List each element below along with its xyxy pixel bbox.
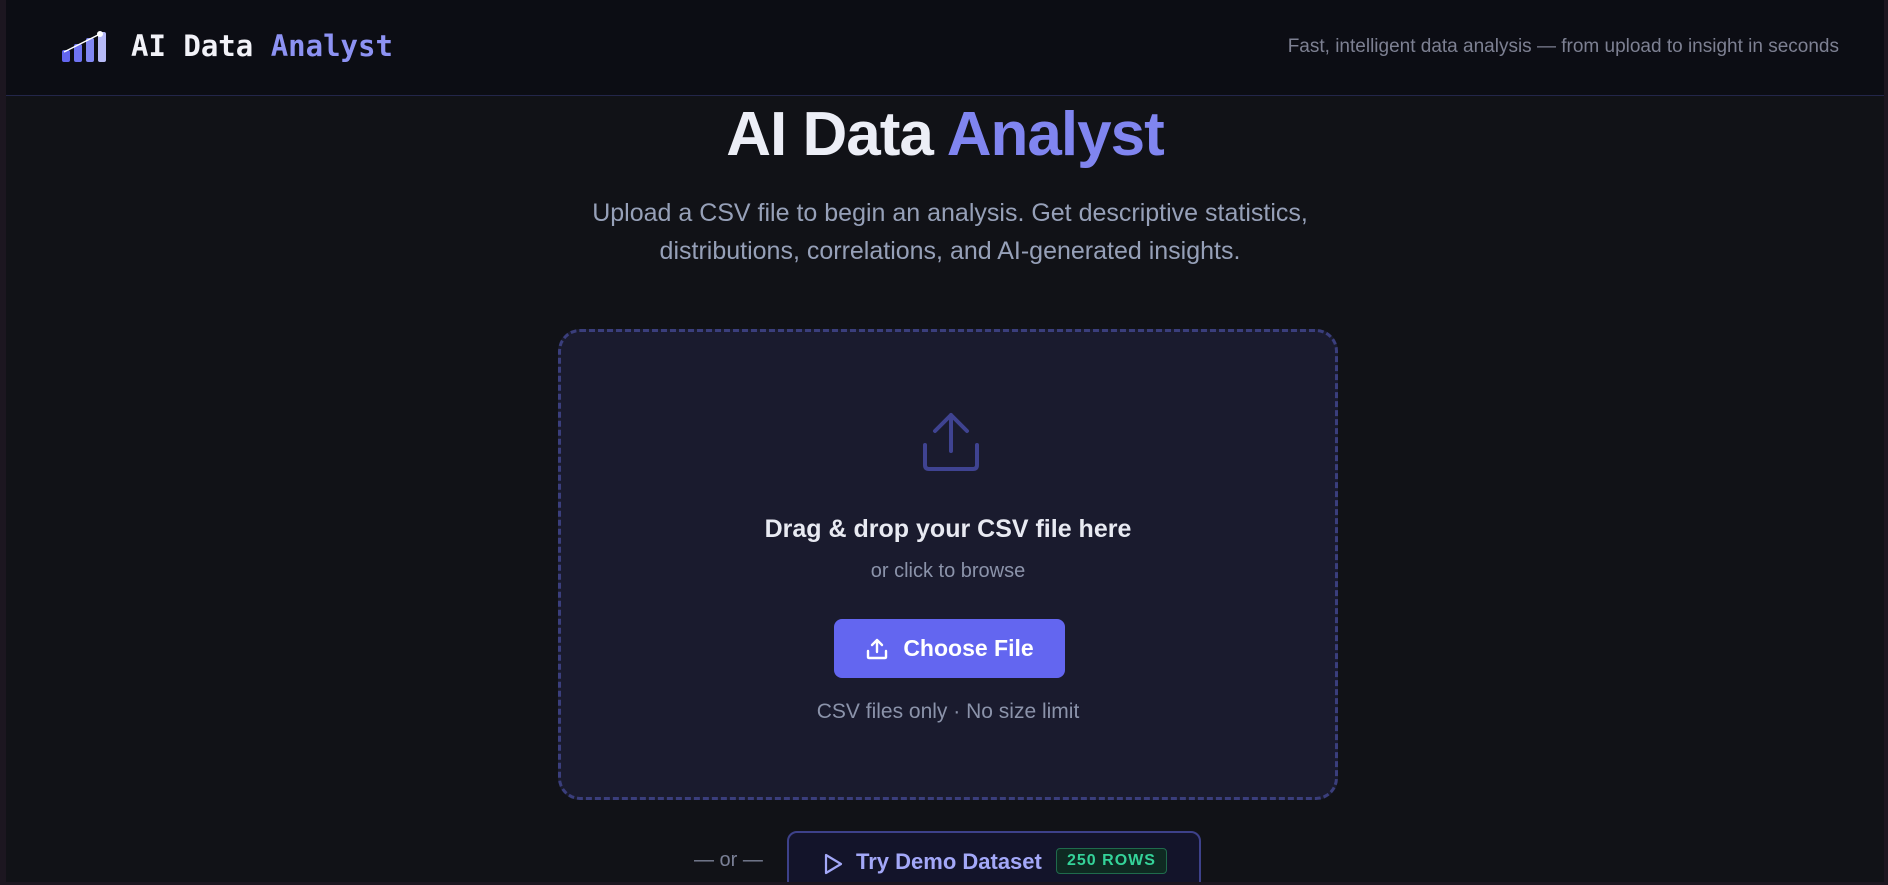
dropzone-subtitle: or click to browse: [870, 560, 1026, 582]
brand-title-accent: Analyst: [270, 29, 393, 63]
rows-badge: 250 ROWS: [1056, 848, 1167, 874]
hero-title: AI Data Analyst: [6, 100, 1884, 170]
app-window: AI Data Analyst Fast, intelligent data a…: [6, 0, 1884, 882]
brand-title[interactable]: AI Data Analyst: [131, 26, 393, 66]
or-separator: — or —: [694, 849, 763, 871]
brand-title-main: AI Data: [131, 29, 254, 63]
hero-title-main: AI Data: [726, 100, 934, 169]
play-icon: [824, 853, 843, 875]
try-demo-button[interactable]: Try Demo Dataset 250 ROWS: [787, 831, 1201, 882]
dropzone-note: CSV files only · No size limit: [816, 700, 1080, 723]
upload-icon: [923, 413, 979, 471]
hero-title-accent: Analyst: [946, 100, 1165, 169]
try-demo-label: Try Demo Dataset: [856, 849, 1042, 874]
header-tagline: Fast, intelligent data analysis — from u…: [1287, 36, 1839, 57]
upload-small-icon: [867, 638, 888, 659]
choose-file-button[interactable]: Choose File: [834, 619, 1065, 678]
top-header: AI Data Analyst Fast, intelligent data a…: [6, 0, 1884, 96]
choose-file-label: Choose File: [903, 635, 1034, 661]
csv-dropzone[interactable]: Drag & drop your CSV file here or click …: [558, 329, 1338, 800]
dropzone-title: Drag & drop your CSV file here: [764, 515, 1132, 543]
bar-chart-icon: [62, 31, 106, 62]
hero-subtitle: Upload a CSV file to begin an analysis. …: [592, 199, 1308, 265]
